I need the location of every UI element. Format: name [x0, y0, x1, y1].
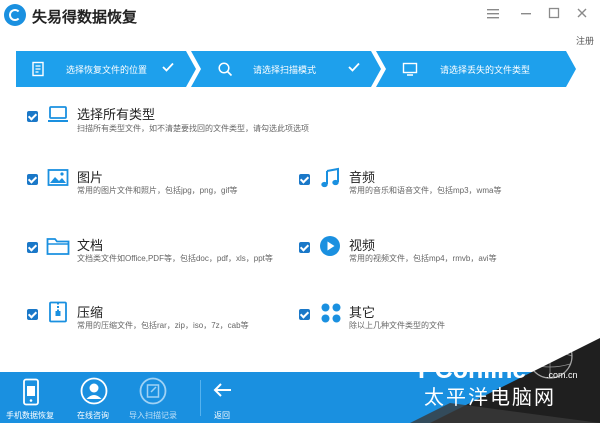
option-desc: 常用的音乐和语音文件，包括mp3，wma等	[349, 186, 502, 195]
online-consult-button[interactable]: 在线咨询	[74, 372, 114, 423]
checkbox-video[interactable]	[299, 242, 310, 253]
check-icon	[162, 62, 174, 72]
step-bar: 选择恢复文件的位置 请选择扫描模式 请选择丢失的文件类型	[16, 51, 576, 87]
app-logo-icon	[4, 4, 26, 26]
button-label: 手机数据恢复	[6, 411, 54, 420]
music-icon	[321, 167, 339, 188]
button-label: 返回	[214, 411, 230, 420]
user-support-icon	[80, 377, 108, 405]
checkbox-audio[interactable]	[299, 174, 310, 185]
button-label: 导入扫描记录	[129, 411, 177, 420]
title-bar: 失易得数据恢复	[0, 0, 600, 32]
folder-icon	[46, 238, 70, 255]
checkbox-other[interactable]	[299, 309, 310, 320]
option-title: 其它	[349, 305, 376, 320]
play-icon	[320, 236, 340, 256]
option-title: 选择所有类型	[77, 107, 156, 122]
button-label: 在线咨询	[77, 411, 109, 420]
close-icon[interactable]	[573, 6, 591, 24]
import-record-icon	[139, 377, 167, 405]
toolbar-divider	[200, 380, 201, 416]
step-select-location[interactable]: 选择恢复文件的位置	[16, 51, 196, 87]
checkbox-all-types[interactable]	[27, 111, 38, 122]
checkbox-document[interactable]	[27, 242, 38, 253]
maximize-icon[interactable]	[545, 6, 563, 24]
option-title: 视频	[349, 238, 376, 253]
checkbox-picture[interactable]	[27, 174, 38, 185]
import-scan-button[interactable]: 导入扫描记录	[124, 372, 182, 423]
menu-icon[interactable]	[484, 6, 502, 24]
grid-icon	[321, 303, 341, 323]
option-desc: 常用的压缩文件，包括rar，zip，iso，7z，cab等	[77, 321, 249, 330]
step-label: 请选择丢失的文件类型	[440, 65, 531, 75]
checkbox-archive[interactable]	[27, 309, 38, 320]
arrow-left-icon	[213, 383, 231, 397]
phone-icon	[23, 378, 39, 406]
option-desc: 常用的视频文件，包括mp4，rmvb，avi等	[349, 254, 497, 263]
back-button[interactable]: 返回	[208, 372, 238, 423]
option-title: 音频	[349, 170, 376, 185]
minimize-icon[interactable]	[517, 6, 535, 24]
register-link[interactable]: 注册	[576, 34, 594, 47]
check-icon	[348, 62, 360, 72]
monitor-icon	[402, 62, 418, 76]
step-label: 请选择扫描模式	[253, 65, 317, 75]
option-desc: 常用的图片文件和照片，包括jpg，png，gif等	[77, 186, 238, 195]
option-desc: 扫描所有类型文件，如不清楚要找回的文件类型，请勾选此项选项	[77, 124, 309, 133]
phone-recovery-button[interactable]: 手机数据恢复	[0, 372, 62, 423]
step-scan-mode[interactable]: 请选择扫描模式	[191, 51, 381, 87]
image-icon	[47, 169, 69, 186]
step-file-type[interactable]: 请选择丢失的文件类型	[376, 51, 576, 87]
option-title: 压缩	[77, 305, 104, 320]
option-desc: 文档类文件如Office,PDF等，包括doc，pdf，xls，ppt等	[77, 254, 273, 263]
pconline-watermark: PConline .com.cn 太平洋电脑网	[410, 318, 600, 423]
document-icon	[32, 61, 44, 77]
watermark-domain: .com.cn	[546, 370, 578, 380]
archive-icon	[49, 301, 67, 323]
option-title: 图片	[77, 170, 104, 185]
search-icon	[218, 62, 233, 77]
app-window: 失易得数据恢复 注册 选择恢复文件的位置 请选择扫描模式 请选择丢失的文件类型	[0, 0, 600, 423]
step-label: 选择恢复文件的位置	[66, 65, 148, 75]
option-title: 文档	[77, 238, 104, 253]
laptop-icon	[48, 106, 68, 122]
watermark-brand: PConline	[418, 356, 526, 384]
window-title: 失易得数据恢复	[32, 9, 138, 26]
watermark-cn: 太平洋电脑网	[424, 385, 556, 409]
